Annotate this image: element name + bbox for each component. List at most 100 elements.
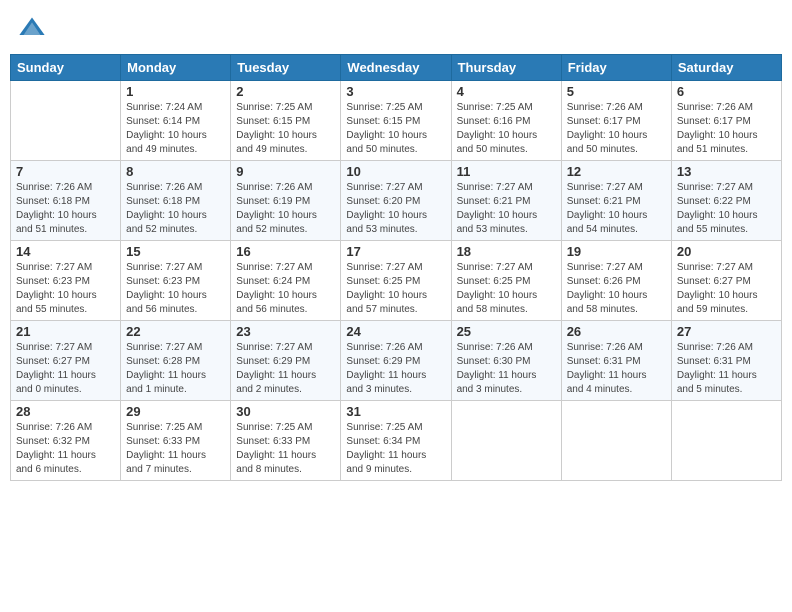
day-cell: 31 Sunrise: 7:25 AM Sunset: 6:34 PM Dayli… <box>341 401 451 481</box>
week-row-5: 28 Sunrise: 7:26 AM Sunset: 6:32 PM Dayli… <box>11 401 782 481</box>
day-info: Sunrise: 7:26 AM Sunset: 6:18 PM Dayligh… <box>126 181 225 237</box>
day-info: Sunrise: 7:25 AM Sunset: 6:33 PM Dayligh… <box>126 421 225 477</box>
day-info: Sunrise: 7:25 AM Sunset: 6:33 PM Dayligh… <box>236 421 335 477</box>
day-cell: 7 Sunrise: 7:26 AM Sunset: 6:18 PM Daylig… <box>11 161 121 241</box>
day-number: 7 <box>16 164 115 179</box>
day-info: Sunrise: 7:25 AM Sunset: 6:15 PM Dayligh… <box>236 101 335 157</box>
day-info: Sunrise: 7:26 AM Sunset: 6:32 PM Dayligh… <box>16 421 115 477</box>
day-header-friday: Friday <box>561 55 671 81</box>
day-number: 13 <box>677 164 776 179</box>
day-number: 22 <box>126 324 225 339</box>
day-number: 28 <box>16 404 115 419</box>
day-cell <box>671 401 781 481</box>
day-cell: 26 Sunrise: 7:26 AM Sunset: 6:31 PM Dayli… <box>561 321 671 401</box>
day-cell: 13 Sunrise: 7:27 AM Sunset: 6:22 PM Dayli… <box>671 161 781 241</box>
day-info: Sunrise: 7:25 AM Sunset: 6:16 PM Dayligh… <box>457 101 556 157</box>
day-cell: 9 Sunrise: 7:26 AM Sunset: 6:19 PM Daylig… <box>231 161 341 241</box>
day-cell: 21 Sunrise: 7:27 AM Sunset: 6:27 PM Dayli… <box>11 321 121 401</box>
day-info: Sunrise: 7:27 AM Sunset: 6:25 PM Dayligh… <box>457 261 556 317</box>
day-number: 3 <box>346 84 445 99</box>
logo-icon <box>18 14 46 42</box>
day-info: Sunrise: 7:26 AM Sunset: 6:30 PM Dayligh… <box>457 341 556 397</box>
week-row-3: 14 Sunrise: 7:27 AM Sunset: 6:23 PM Dayli… <box>11 241 782 321</box>
day-cell: 5 Sunrise: 7:26 AM Sunset: 6:17 PM Daylig… <box>561 81 671 161</box>
day-info: Sunrise: 7:27 AM Sunset: 6:26 PM Dayligh… <box>567 261 666 317</box>
week-row-4: 21 Sunrise: 7:27 AM Sunset: 6:27 PM Dayli… <box>11 321 782 401</box>
day-info: Sunrise: 7:24 AM Sunset: 6:14 PM Dayligh… <box>126 101 225 157</box>
day-cell <box>11 81 121 161</box>
day-cell: 1 Sunrise: 7:24 AM Sunset: 6:14 PM Daylig… <box>121 81 231 161</box>
day-cell: 10 Sunrise: 7:27 AM Sunset: 6:20 PM Dayli… <box>341 161 451 241</box>
day-cell: 20 Sunrise: 7:27 AM Sunset: 6:27 PM Dayli… <box>671 241 781 321</box>
day-info: Sunrise: 7:27 AM Sunset: 6:21 PM Dayligh… <box>457 181 556 237</box>
day-number: 21 <box>16 324 115 339</box>
day-cell: 3 Sunrise: 7:25 AM Sunset: 6:15 PM Daylig… <box>341 81 451 161</box>
page-header <box>10 10 782 46</box>
day-info: Sunrise: 7:26 AM Sunset: 6:18 PM Dayligh… <box>16 181 115 237</box>
day-info: Sunrise: 7:27 AM Sunset: 6:27 PM Dayligh… <box>677 261 776 317</box>
day-number: 16 <box>236 244 335 259</box>
day-info: Sunrise: 7:26 AM Sunset: 6:29 PM Dayligh… <box>346 341 445 397</box>
day-info: Sunrise: 7:27 AM Sunset: 6:22 PM Dayligh… <box>677 181 776 237</box>
day-cell: 16 Sunrise: 7:27 AM Sunset: 6:24 PM Dayli… <box>231 241 341 321</box>
day-cell: 19 Sunrise: 7:27 AM Sunset: 6:26 PM Dayli… <box>561 241 671 321</box>
day-number: 14 <box>16 244 115 259</box>
day-cell: 28 Sunrise: 7:26 AM Sunset: 6:32 PM Dayli… <box>11 401 121 481</box>
day-number: 4 <box>457 84 556 99</box>
week-row-2: 7 Sunrise: 7:26 AM Sunset: 6:18 PM Daylig… <box>11 161 782 241</box>
day-header-tuesday: Tuesday <box>231 55 341 81</box>
day-cell: 15 Sunrise: 7:27 AM Sunset: 6:23 PM Dayli… <box>121 241 231 321</box>
day-number: 15 <box>126 244 225 259</box>
day-info: Sunrise: 7:27 AM Sunset: 6:21 PM Dayligh… <box>567 181 666 237</box>
day-info: Sunrise: 7:26 AM Sunset: 6:19 PM Dayligh… <box>236 181 335 237</box>
day-info: Sunrise: 7:26 AM Sunset: 6:17 PM Dayligh… <box>677 101 776 157</box>
calendar-body: 1 Sunrise: 7:24 AM Sunset: 6:14 PM Daylig… <box>11 81 782 481</box>
day-header-row: SundayMondayTuesdayWednesdayThursdayFrid… <box>11 55 782 81</box>
day-cell: 25Sunrise: 7:26 AM Sunset: 6:30 PM Dayli… <box>451 321 561 401</box>
day-header-monday: Monday <box>121 55 231 81</box>
day-number: 2 <box>236 84 335 99</box>
day-cell: 24Sunrise: 7:26 AM Sunset: 6:29 PM Dayli… <box>341 321 451 401</box>
day-header-thursday: Thursday <box>451 55 561 81</box>
day-info: Sunrise: 7:26 AM Sunset: 6:31 PM Dayligh… <box>677 341 776 397</box>
day-info: Sunrise: 7:25 AM Sunset: 6:34 PM Dayligh… <box>346 421 445 477</box>
day-cell: 29Sunrise: 7:25 AM Sunset: 6:33 PM Dayli… <box>121 401 231 481</box>
day-info: Sunrise: 7:27 AM Sunset: 6:20 PM Dayligh… <box>346 181 445 237</box>
day-info: Sunrise: 7:27 AM Sunset: 6:23 PM Dayligh… <box>126 261 225 317</box>
day-number: 10 <box>346 164 445 179</box>
day-number: 23 <box>236 324 335 339</box>
day-number: 31 <box>346 404 445 419</box>
day-number: 5 <box>567 84 666 99</box>
day-cell: 30Sunrise: 7:25 AM Sunset: 6:33 PM Dayli… <box>231 401 341 481</box>
day-info: Sunrise: 7:27 AM Sunset: 6:24 PM Dayligh… <box>236 261 335 317</box>
day-number: 1 <box>126 84 225 99</box>
day-number: 20 <box>677 244 776 259</box>
day-cell: 8 Sunrise: 7:26 AM Sunset: 6:18 PM Daylig… <box>121 161 231 241</box>
day-cell: 12 Sunrise: 7:27 AM Sunset: 6:21 PM Dayli… <box>561 161 671 241</box>
day-cell: 18 Sunrise: 7:27 AM Sunset: 6:25 PM Dayli… <box>451 241 561 321</box>
day-number: 9 <box>236 164 335 179</box>
logo <box>18 14 50 42</box>
day-number: 19 <box>567 244 666 259</box>
day-number: 18 <box>457 244 556 259</box>
day-header-saturday: Saturday <box>671 55 781 81</box>
day-cell: 22Sunrise: 7:27 AM Sunset: 6:28 PM Dayli… <box>121 321 231 401</box>
day-cell: 27Sunrise: 7:26 AM Sunset: 6:31 PM Dayli… <box>671 321 781 401</box>
calendar-header: SundayMondayTuesdayWednesdayThursdayFrid… <box>11 55 782 81</box>
day-number: 17 <box>346 244 445 259</box>
day-info: Sunrise: 7:26 AM Sunset: 6:17 PM Dayligh… <box>567 101 666 157</box>
day-header-sunday: Sunday <box>11 55 121 81</box>
day-info: Sunrise: 7:25 AM Sunset: 6:15 PM Dayligh… <box>346 101 445 157</box>
day-number: 8 <box>126 164 225 179</box>
day-info: Sunrise: 7:27 AM Sunset: 6:23 PM Dayligh… <box>16 261 115 317</box>
day-number: 26 <box>567 324 666 339</box>
day-cell: 6Sunrise: 7:26 AM Sunset: 6:17 PM Daylig… <box>671 81 781 161</box>
day-info: Sunrise: 7:26 AM Sunset: 6:31 PM Dayligh… <box>567 341 666 397</box>
day-info: Sunrise: 7:27 AM Sunset: 6:27 PM Dayligh… <box>16 341 115 397</box>
calendar-table: SundayMondayTuesdayWednesdayThursdayFrid… <box>10 54 782 481</box>
day-cell <box>451 401 561 481</box>
day-cell <box>561 401 671 481</box>
day-number: 11 <box>457 164 556 179</box>
day-number: 12 <box>567 164 666 179</box>
day-cell: 23Sunrise: 7:27 AM Sunset: 6:29 PM Dayli… <box>231 321 341 401</box>
